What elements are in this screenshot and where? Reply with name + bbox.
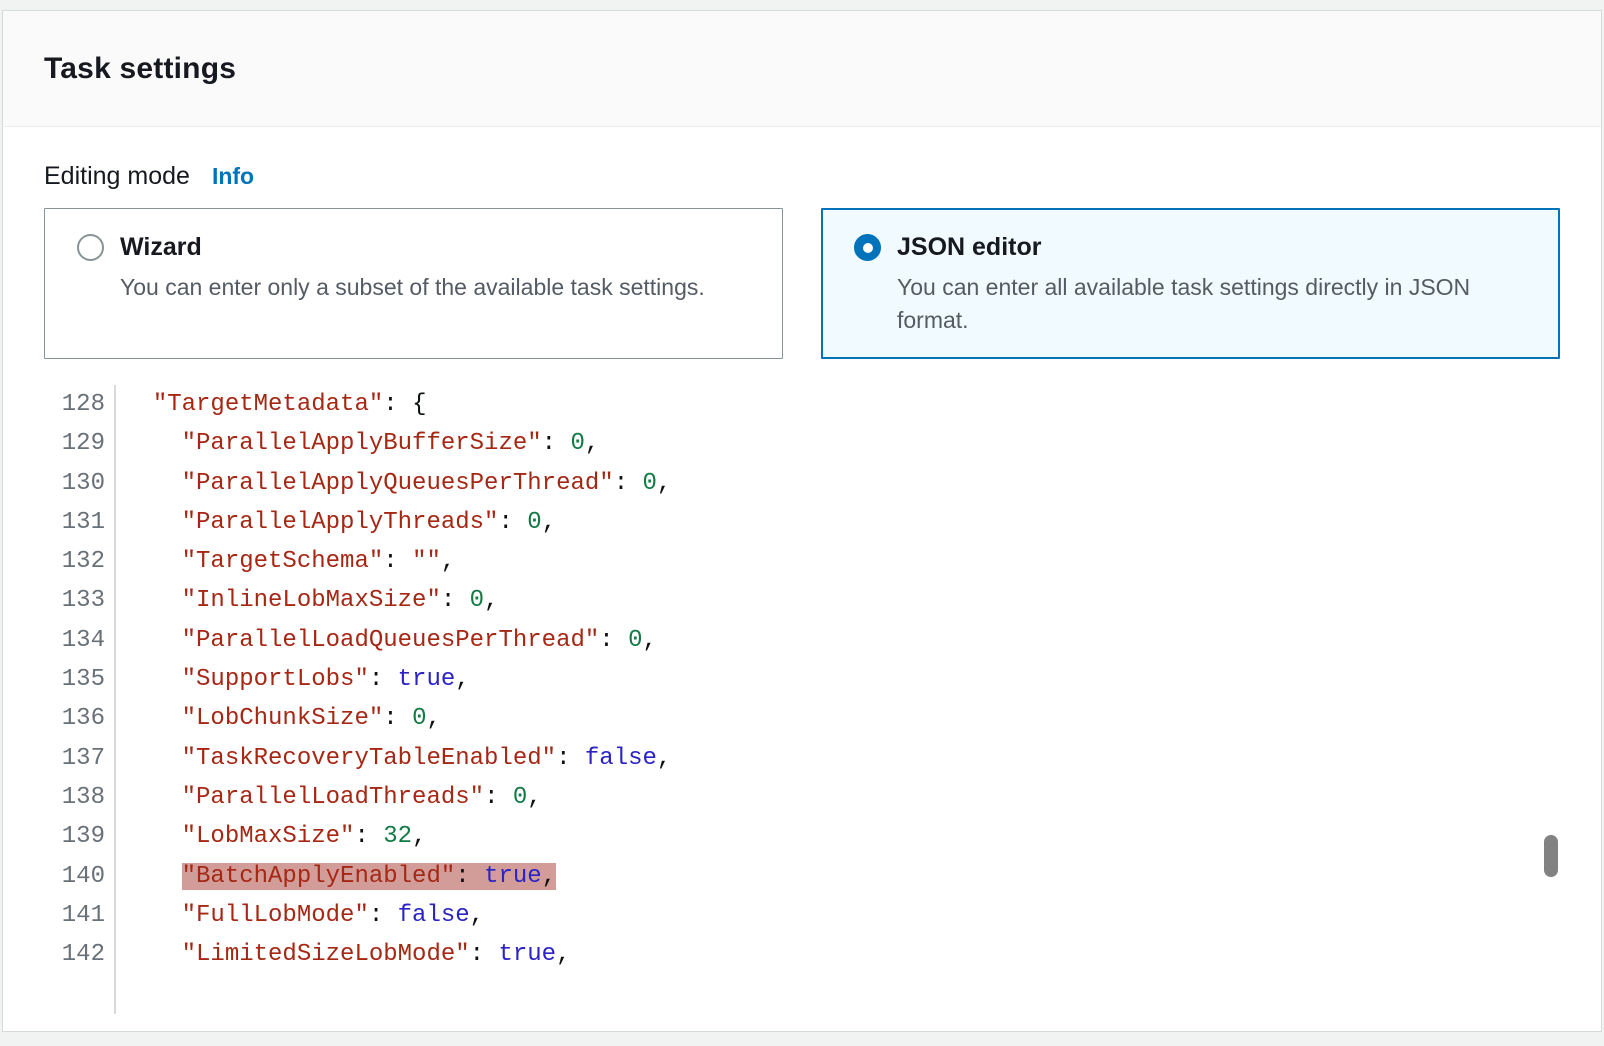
tile-wizard[interactable]: Wizard You can enter only a subset of th… bbox=[44, 208, 783, 359]
line-number: 130 bbox=[44, 464, 116, 503]
code-text: "ParallelLoadThreads": 0, bbox=[116, 778, 542, 817]
line-number: 132 bbox=[44, 542, 116, 581]
editor-scrollbar-thumb[interactable] bbox=[1544, 835, 1558, 877]
code-line[interactable]: 128 "TargetMetadata": { bbox=[44, 385, 1560, 424]
code-line[interactable]: 139 "LobMaxSize": 32, bbox=[44, 817, 1560, 856]
info-link[interactable]: Info bbox=[212, 163, 254, 190]
tile-json-editor[interactable]: JSON editor You can enter all available … bbox=[821, 208, 1560, 359]
wizard-radio[interactable] bbox=[77, 234, 104, 261]
code-text: "LobMaxSize": 32, bbox=[116, 817, 426, 856]
json-editor-label: JSON editor bbox=[897, 233, 1041, 262]
code-text: "ParallelApplyQueuesPerThread": 0, bbox=[116, 464, 671, 503]
code-line[interactable]: 131 "ParallelApplyThreads": 0, bbox=[44, 503, 1560, 542]
code-text: "BatchApplyEnabled": true, bbox=[116, 857, 556, 896]
tile-json-editor-head: JSON editor bbox=[854, 233, 1529, 262]
line-number: 139 bbox=[44, 817, 116, 856]
code-line[interactable]: 135 "SupportLobs": true, bbox=[44, 660, 1560, 699]
json-code-editor[interactable]: 128 "TargetMetadata": {129 "ParallelAppl… bbox=[44, 385, 1560, 1014]
wizard-description: You can enter only a subset of the avail… bbox=[120, 271, 740, 304]
radio-inner-dot bbox=[863, 243, 873, 253]
code-text: "TargetMetadata": { bbox=[116, 385, 426, 424]
line-number: 140 bbox=[44, 857, 116, 896]
wizard-label: Wizard bbox=[120, 233, 202, 262]
highlighted-code: "BatchApplyEnabled": true, bbox=[182, 863, 556, 890]
line-number: 135 bbox=[44, 660, 116, 699]
code-line[interactable]: 141 "FullLobMode": false, bbox=[44, 896, 1560, 935]
panel-body: Editing mode Info Wizard You can enter o… bbox=[3, 162, 1601, 1014]
code-text: "LimitedSizeLobMode": true, bbox=[116, 935, 570, 974]
line-number: 128 bbox=[44, 385, 116, 424]
code-line[interactable]: 133 "InlineLobMaxSize": 0, bbox=[44, 581, 1560, 620]
code-line[interactable]: 136 "LobChunkSize": 0, bbox=[44, 699, 1560, 738]
json-editor-description: You can enter all available task setting… bbox=[897, 271, 1517, 337]
tile-wizard-head: Wizard bbox=[77, 233, 752, 262]
line-number: 129 bbox=[44, 424, 116, 463]
line-number: 138 bbox=[44, 778, 116, 817]
panel-header: Task settings bbox=[3, 11, 1601, 127]
line-number: 131 bbox=[44, 503, 116, 542]
code-line-empty bbox=[44, 974, 1560, 1013]
code-text: "LobChunkSize": 0, bbox=[116, 699, 441, 738]
code-text: "TargetSchema": "", bbox=[116, 542, 455, 581]
editing-mode-row: Editing mode Info bbox=[44, 162, 1560, 195]
page-title: Task settings bbox=[44, 52, 236, 86]
code-line[interactable]: 138 "ParallelLoadThreads": 0, bbox=[44, 778, 1560, 817]
task-settings-panel: Task settings Editing mode Info Wizard Y… bbox=[2, 10, 1602, 1032]
code-text: "ParallelLoadQueuesPerThread": 0, bbox=[116, 621, 657, 660]
code-text: "FullLobMode": false, bbox=[116, 896, 484, 935]
line-number: 136 bbox=[44, 699, 116, 738]
json-editor-radio[interactable] bbox=[854, 234, 881, 261]
line-number: 142 bbox=[44, 935, 116, 974]
code-text: "SupportLobs": true, bbox=[116, 660, 470, 699]
code-line[interactable]: 130 "ParallelApplyQueuesPerThread": 0, bbox=[44, 464, 1560, 503]
code-text: "InlineLobMaxSize": 0, bbox=[116, 581, 498, 620]
code-line[interactable]: 140 "BatchApplyEnabled": true, bbox=[44, 857, 1560, 896]
line-number: 134 bbox=[44, 621, 116, 660]
line-number: 141 bbox=[44, 896, 116, 935]
code-line[interactable]: 132 "TargetSchema": "", bbox=[44, 542, 1560, 581]
code-text: "ParallelApplyBufferSize": 0, bbox=[116, 424, 599, 463]
code-line[interactable]: 142 "LimitedSizeLobMode": true, bbox=[44, 935, 1560, 974]
code-line[interactable]: 137 "TaskRecoveryTableEnabled": false, bbox=[44, 739, 1560, 778]
code-text: "TaskRecoveryTableEnabled": false, bbox=[116, 739, 671, 778]
code-line[interactable]: 129 "ParallelApplyBufferSize": 0, bbox=[44, 424, 1560, 463]
line-number bbox=[44, 974, 116, 1013]
line-number: 133 bbox=[44, 581, 116, 620]
line-number: 137 bbox=[44, 739, 116, 778]
code-line[interactable]: 134 "ParallelLoadQueuesPerThread": 0, bbox=[44, 621, 1560, 660]
editing-mode-tiles: Wizard You can enter only a subset of th… bbox=[44, 208, 1560, 359]
code-text: "ParallelApplyThreads": 0, bbox=[116, 503, 556, 542]
editing-mode-label: Editing mode bbox=[44, 162, 190, 191]
